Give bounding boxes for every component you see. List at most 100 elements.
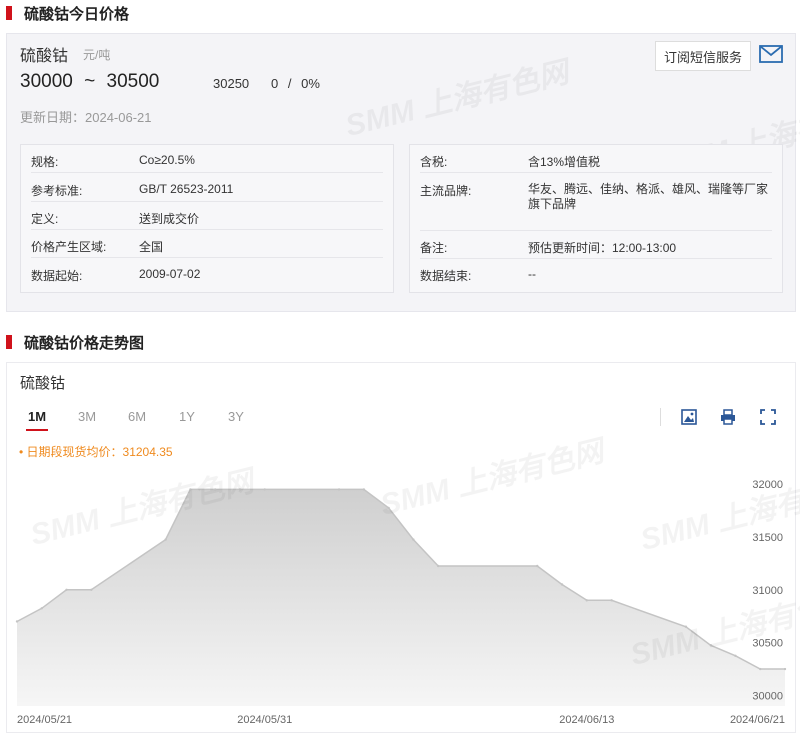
chart-product-name: 硫酸钴 <box>20 375 66 392</box>
spec-value: GB/T 26523-2011 <box>139 182 234 196</box>
x-tick-label: 2024/05/31 <box>237 714 292 726</box>
spec-row: 主流品牌: 华友、腾远、佳纳、格派、雄风、瑞隆等厂家旗下品牌 <box>420 182 772 231</box>
product-unit: 元/吨 <box>83 48 111 62</box>
y-tick-label: 31500 <box>752 532 783 544</box>
data-point[interactable] <box>164 538 167 541</box>
data-point[interactable] <box>189 488 192 491</box>
spec-label: 含税: <box>420 155 448 169</box>
series-area <box>17 489 785 706</box>
y-tick-label: 31000 <box>752 585 783 597</box>
data-point[interactable] <box>387 506 390 510</box>
price-change: 0 / 0% <box>271 76 320 91</box>
data-point[interactable] <box>238 488 242 491</box>
spec-value: 含13%增值税 <box>528 155 601 169</box>
price-trend-chart: 30000 30500 31000 31500 32000 2024/05/21 2024/… <box>15 479 787 726</box>
spec-row: 参考标准: GB/T 26523-2011 <box>31 182 383 202</box>
data-point[interactable] <box>734 654 737 658</box>
data-point[interactable] <box>15 620 19 623</box>
spec-label: 价格产生区域: <box>31 240 107 254</box>
spec-table-left: 规格: Co≥20.5% 参考标准: GB/T 26523-2011 定义: 送… <box>20 144 394 293</box>
data-point[interactable] <box>362 488 366 491</box>
watermark: SMM 上海有色网 <box>340 47 572 145</box>
tab-1m[interactable]: 1M <box>28 409 46 424</box>
subscribe-sms-button[interactable]: 订阅短信服务 <box>655 41 751 71</box>
spec-row: 定义: 送到成交价 <box>31 210 383 230</box>
mail-icon[interactable] <box>759 45 783 63</box>
section-header-today-price: 硫酸钴今日价格 <box>6 3 129 23</box>
spec-value: -- <box>528 267 536 281</box>
change-percent: 0% <box>301 76 320 91</box>
active-tab-underline <box>26 429 48 431</box>
section-title: 硫酸钴价格走势图 <box>24 334 145 352</box>
section-header-price-trend: 硫酸钴价格走势图 <box>6 332 144 352</box>
data-point[interactable] <box>560 583 564 586</box>
spec-label: 规格: <box>31 155 59 169</box>
data-point[interactable] <box>684 625 688 628</box>
spec-value: 送到成交价 <box>139 212 200 226</box>
price-range: 30000 ~ 30500 <box>20 71 159 93</box>
spec-label: 数据结束: <box>420 269 472 283</box>
spec-value: 全国 <box>139 240 164 254</box>
change-value: 0 <box>271 76 279 91</box>
y-tick-label: 32000 <box>752 479 783 491</box>
section-marker <box>6 335 12 349</box>
spec-value: 预估更新时间：12:00-13:00 <box>528 241 677 255</box>
data-point[interactable] <box>709 644 712 647</box>
update-value: 2024-06-21 <box>85 110 152 125</box>
spec-label: 定义: <box>31 212 59 226</box>
spec-row: 备注: 预估更新时间：12:00-13:00 <box>420 239 772 259</box>
data-point[interactable] <box>65 588 68 591</box>
spec-label: 备注: <box>420 241 448 255</box>
fullscreen-icon[interactable] <box>759 408 777 426</box>
spec-row: 含税: 含13%增值税 <box>420 153 772 173</box>
toolbar-divider <box>660 408 661 426</box>
spec-value: Co≥20.5% <box>139 153 195 167</box>
data-point[interactable] <box>585 599 589 602</box>
y-tick-label: 30500 <box>752 638 783 650</box>
spec-value: 2009-07-02 <box>139 267 201 281</box>
spec-row: 数据结束: -- <box>420 267 772 287</box>
price-tilde: ~ <box>84 71 96 92</box>
data-point[interactable] <box>263 488 266 491</box>
spec-label: 数据起始: <box>31 269 83 283</box>
price-average: 30250 <box>213 76 250 91</box>
data-point[interactable] <box>610 599 613 602</box>
x-tick-label: 2024/05/21 <box>17 714 72 726</box>
data-point[interactable] <box>40 607 43 610</box>
section-title: 硫酸钴今日价格 <box>24 5 130 23</box>
data-point[interactable] <box>337 488 341 491</box>
y-tick-label: 30000 <box>752 690 783 702</box>
update-label: 更新日期： <box>20 110 86 125</box>
price-card: SMM 上海有色网 SMM 上海有色网 硫酸钴 元/吨 30000 ~ 3050… <box>6 33 800 312</box>
change-sep: / <box>287 76 292 91</box>
spec-label: 主流品牌: <box>420 184 472 198</box>
data-point[interactable] <box>536 564 539 568</box>
image-download-icon[interactable] <box>680 408 698 426</box>
data-point[interactable] <box>436 564 440 568</box>
spec-value: 华友、腾远、佳纳、格派、雄风、瑞隆等厂家旗下品牌 <box>528 182 769 211</box>
price-high: 30500 <box>106 71 160 92</box>
data-point[interactable] <box>759 667 762 671</box>
spec-row: 价格产生区域: 全国 <box>31 238 383 258</box>
period-average-price: • 日期段现货均价：31204.35 <box>19 445 173 459</box>
data-point[interactable] <box>412 538 415 541</box>
price-low: 30000 <box>20 71 73 92</box>
spec-table-right: 含税: 含13%增值税 主流品牌: 华友、腾远、佳纳、格派、雄风、瑞隆等厂家旗下… <box>409 144 783 293</box>
tab-3y[interactable]: 3Y <box>228 409 244 424</box>
chart-panel: 30000 30500 31000 31500 32000 2024/05/21 2024/… <box>6 362 800 733</box>
update-date: 更新日期：2024-06-21 <box>20 107 152 126</box>
x-tick-label: 2024/06/21 <box>730 714 785 726</box>
tab-3m[interactable]: 3M <box>78 409 96 424</box>
x-tick-label: 2024/06/13 <box>559 714 614 726</box>
spec-row: 数据起始: 2009-07-02 <box>31 267 383 287</box>
data-point[interactable] <box>783 667 787 671</box>
tab-1y[interactable]: 1Y <box>179 409 195 424</box>
data-point[interactable] <box>90 588 93 591</box>
data-point[interactable] <box>213 488 217 491</box>
product-name: 硫酸钴 <box>20 48 69 65</box>
spec-row: 规格: Co≥20.5% <box>31 153 383 173</box>
spec-label: 参考标准: <box>31 184 83 198</box>
tab-6m[interactable]: 6M <box>128 409 146 424</box>
section-marker <box>6 6 12 20</box>
print-icon[interactable] <box>719 408 737 426</box>
